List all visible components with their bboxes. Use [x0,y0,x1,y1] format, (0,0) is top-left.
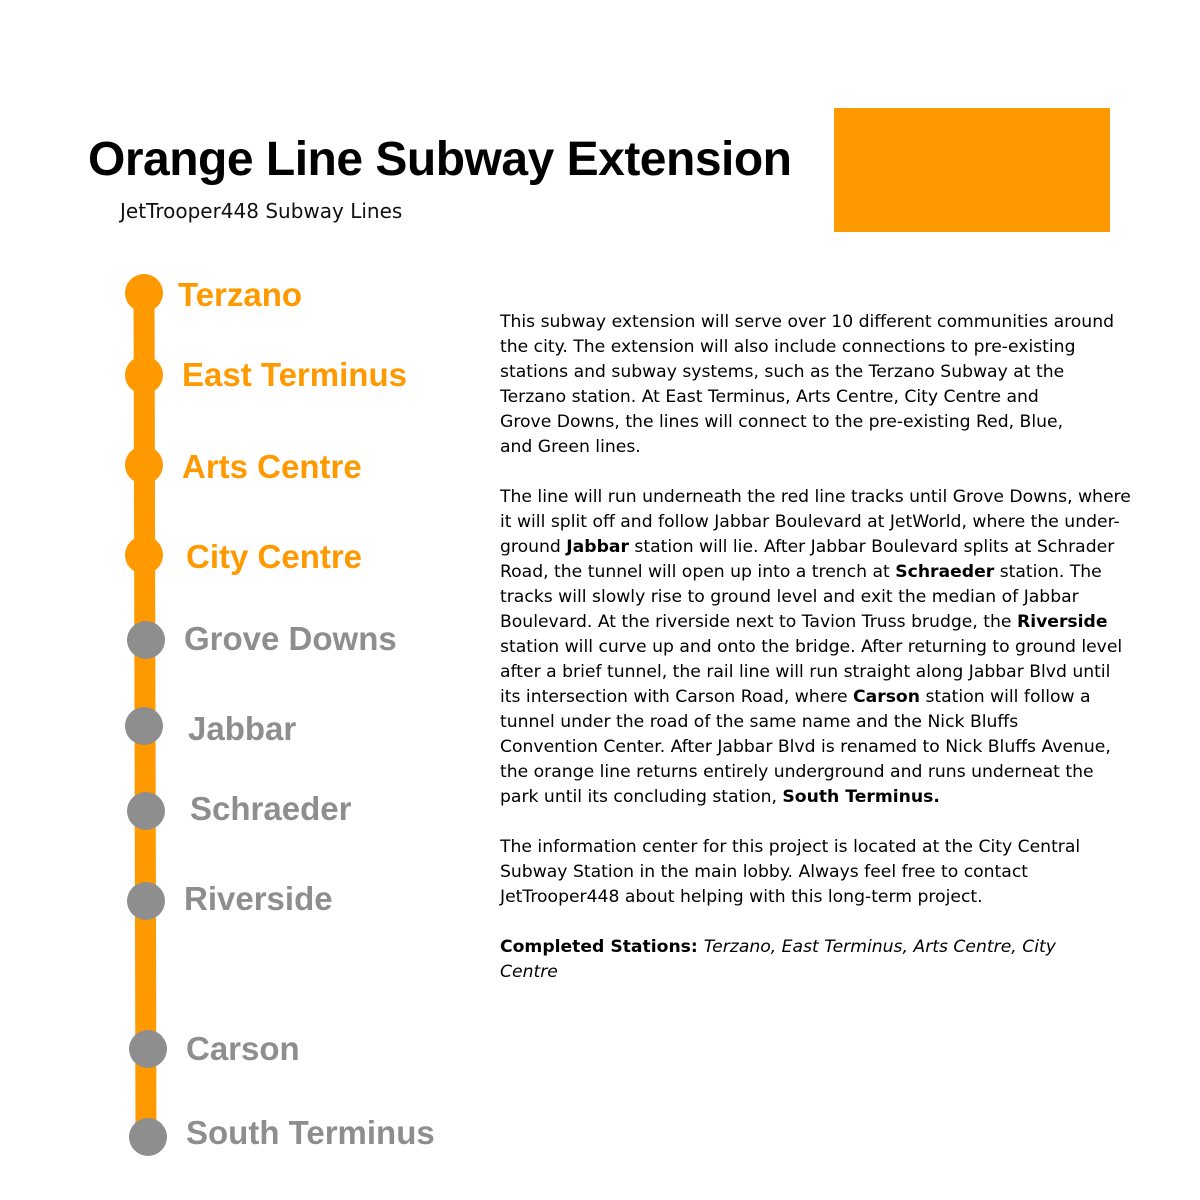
completed-stations-list: Terzano, East Terminus, Arts Centre, Cit… [703,937,1056,957]
completed-stations: Completed Stations: Terzano, East Termin… [500,937,1056,982]
station-mention-jabbar: Jabbar [566,537,629,557]
station-dot-riverside [127,882,165,920]
orange-line-color-swatch [834,108,1110,232]
station-dot-schraeder [127,792,165,830]
station-dot-east-terminus [125,356,163,394]
station-label-city-centre: City Centre [186,538,363,575]
station-label-carson: Carson [186,1030,300,1067]
station-label-jabbar: Jabbar [188,710,297,747]
station-label-south-terminus: South Terminus [186,1114,435,1151]
description: This subway extension will serve over 10… [500,310,1140,1010]
station-label-arts-centre: Arts Centre [182,448,362,485]
station-label-schraeder: Schraeder [190,790,352,827]
station-dot-carson [129,1030,167,1068]
station-mention-carson: Carson [853,687,920,707]
station-dot-arts-centre [125,446,163,484]
diagram-canvas: Orange Line Subway Extension JetTrooper4… [0,0,1200,1200]
station-dot-city-centre [125,536,163,574]
station-mention-schraeder: Schraeder [895,562,995,582]
station-label-terzano: Terzano [178,276,303,313]
station-dot-grove-downs [127,621,165,659]
description-paragraph-route: The line will run underneath the red lin… [500,487,1131,807]
station-dot-terzano [125,274,163,312]
route-diagram [125,274,167,1156]
station-dot-jabbar [125,707,163,745]
station-label-grove-downs: Grove Downs [184,620,397,657]
description-paragraph-info: The information center for this project … [500,837,1081,907]
station-mention-riverside: Riverside [1016,612,1108,632]
completed-stations-label: Completed Stations: [500,937,704,957]
description-paragraph-overview: This subway extension will serve over 10… [500,312,1115,457]
station-label-riverside: Riverside [184,880,333,917]
station-mention-south-terminus: South Terminus. [782,787,940,807]
station-dot-south-terminus [129,1118,167,1156]
station-label-east-terminus: East Terminus [182,356,407,393]
